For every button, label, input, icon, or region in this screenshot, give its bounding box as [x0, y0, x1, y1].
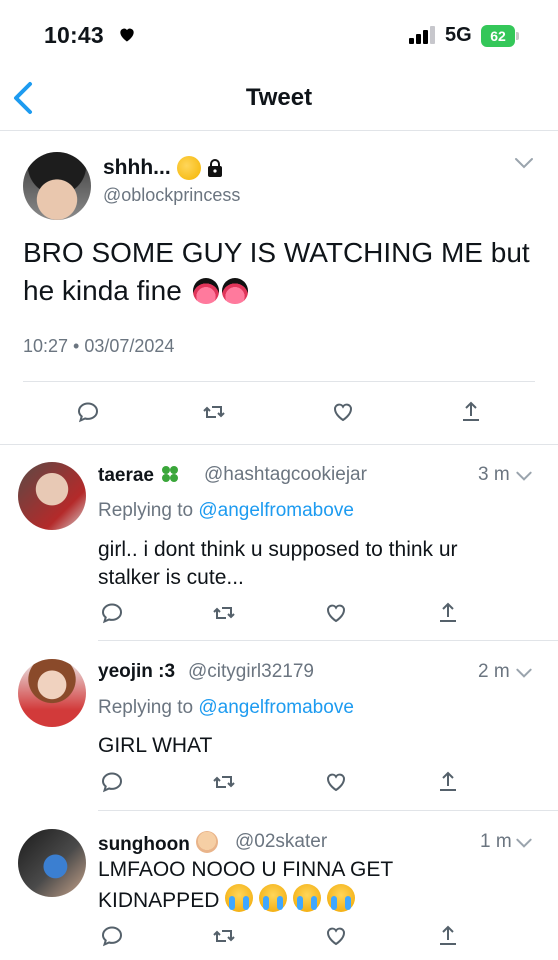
page-title: Tweet	[245, 84, 313, 111]
avatar[interactable]	[23, 152, 91, 220]
share-icon[interactable]	[436, 924, 460, 948]
lock-icon	[207, 159, 222, 177]
retweet-icon[interactable]	[212, 770, 236, 794]
avatar[interactable]	[18, 659, 86, 727]
tweet-body: BRO SOME GUY IS WATCHING ME but he kinda…	[23, 237, 530, 306]
divider	[0, 444, 558, 445]
divider	[23, 381, 535, 382]
tweet-text: BRO SOME GUY IS WATCHING ME but he kinda…	[23, 234, 533, 310]
heart-icon	[120, 28, 134, 42]
reply-author-handle[interactable]: @citygirl32179	[188, 661, 314, 683]
reply-time: 1 m	[480, 831, 512, 852]
reply-author-name: taerae	[98, 465, 154, 486]
retweet-icon[interactable]	[212, 601, 236, 625]
reply-icon[interactable]	[100, 924, 124, 948]
author-name: shhh...	[103, 156, 171, 179]
battery-cap	[516, 32, 519, 40]
replying-to: Replying to @angelfromabove	[98, 500, 354, 522]
share-icon[interactable]	[436, 770, 460, 794]
author-name-row[interactable]: shhh...	[103, 156, 223, 180]
retweet-icon[interactable]	[212, 924, 236, 948]
author-handle[interactable]: @oblockprincess	[103, 185, 240, 206]
baby-emoji-icon	[195, 831, 218, 853]
reply-author-row[interactable]: taerae	[98, 464, 180, 487]
reply-icon[interactable]	[76, 400, 100, 424]
battery-indicator: 62	[481, 25, 521, 47]
signal-icon	[409, 26, 435, 44]
divider	[98, 810, 558, 811]
chevron-down-icon[interactable]	[514, 466, 534, 486]
reply-author-handle[interactable]: @hashtagcookiejar	[204, 464, 367, 486]
chevron-down-icon[interactable]	[514, 663, 534, 683]
reply-time: 3 m	[478, 464, 510, 485]
network-type: 5G	[445, 24, 472, 46]
reply-author-name: sunghoon	[98, 834, 190, 855]
shushing-face-icon	[176, 156, 201, 180]
avatar[interactable]	[18, 462, 86, 530]
share-icon[interactable]	[459, 400, 483, 424]
reply-icon[interactable]	[100, 601, 124, 625]
clover-icon	[162, 466, 178, 482]
reply-text-block: LMFAOO NOOO U FINNA GET KIDNAPPED	[98, 856, 518, 915]
like-icon[interactable]	[331, 400, 355, 424]
replying-prefix: Replying to	[98, 500, 194, 521]
replying-to-link[interactable]: @angelfromabove	[198, 697, 354, 718]
tongue-emoji-icon	[192, 278, 219, 304]
reply-time: 2 m	[478, 661, 510, 682]
chevron-down-icon[interactable]	[512, 151, 536, 175]
like-icon[interactable]	[324, 770, 348, 794]
reply-author-name[interactable]: yeojin :3	[98, 661, 175, 683]
reply-text: girl.. i dont think u supposed to think …	[98, 538, 458, 589]
crying-face-icon	[293, 884, 322, 912]
like-icon[interactable]	[324, 924, 348, 948]
like-icon[interactable]	[324, 601, 348, 625]
reply-text: GIRL WHAT	[98, 734, 213, 757]
tongue-emoji-icon	[221, 278, 248, 304]
chevron-down-icon[interactable]	[514, 833, 534, 853]
divider	[98, 640, 558, 641]
reply-author-row[interactable]: sunghoon	[98, 831, 218, 856]
battery-level: 62	[481, 25, 515, 47]
crying-face-icon	[225, 884, 254, 912]
divider	[0, 130, 558, 131]
tweet-timestamp: 10:27 • 03/07/2024	[23, 336, 175, 356]
replying-prefix: Replying to	[98, 697, 194, 718]
status-time: 10:43	[44, 22, 104, 48]
share-icon[interactable]	[436, 601, 460, 625]
avatar[interactable]	[18, 829, 86, 897]
replying-to: Replying to @angelfromabove	[98, 697, 354, 719]
crying-face-icon	[327, 884, 356, 912]
retweet-icon[interactable]	[202, 400, 226, 424]
replying-to-link[interactable]: @angelfromabove	[198, 500, 354, 521]
crying-face-icon	[259, 884, 288, 912]
reply-icon[interactable]	[100, 770, 124, 794]
reply-author-handle[interactable]: @02skater	[235, 831, 327, 853]
